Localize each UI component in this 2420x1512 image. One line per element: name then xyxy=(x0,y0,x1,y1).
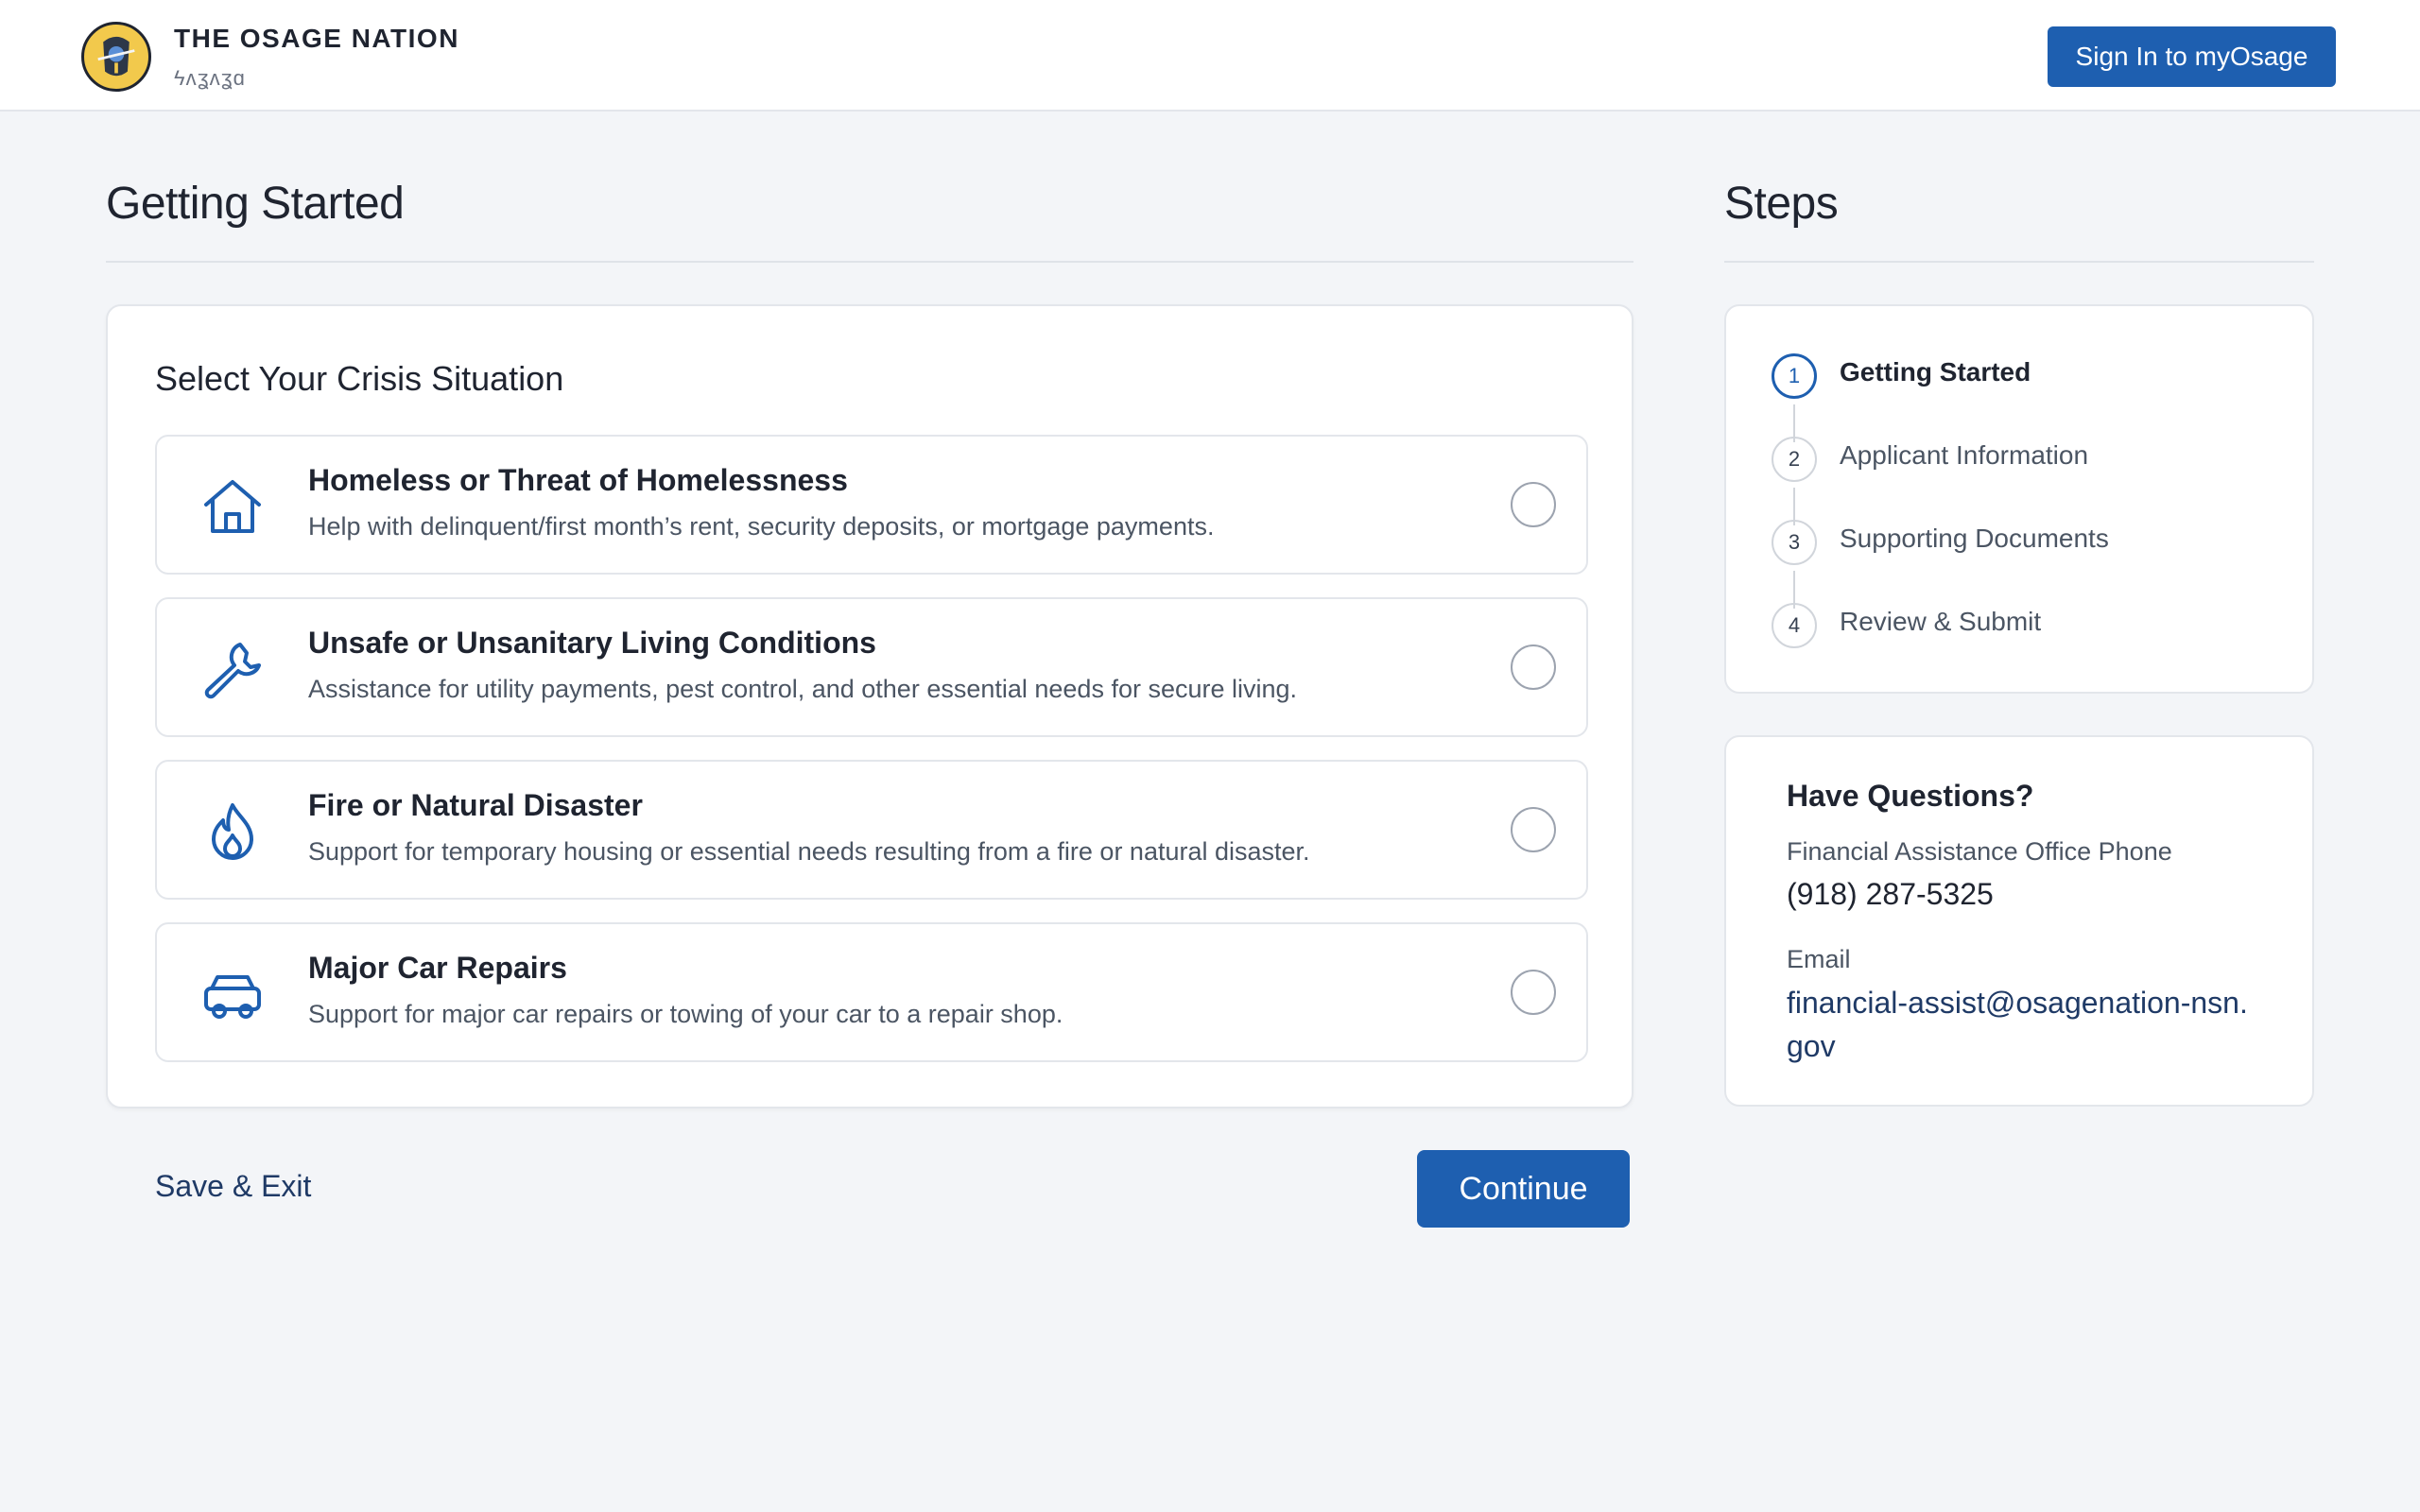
continue-button[interactable]: Continue xyxy=(1417,1150,1630,1228)
top-navbar: THE OSAGE NATION ϟʌʓʌʓɑ Sign In to myOsa… xyxy=(0,0,2420,112)
page-heading: Getting Started xyxy=(106,178,1634,263)
card-title: Select Your Crisis Situation xyxy=(155,359,564,398)
step-label: Supporting Documents xyxy=(1840,524,2109,553)
step-label: Review & Submit xyxy=(1840,607,2042,636)
option-unsafe-living[interactable]: Unsafe or Unsanitary Living Conditions A… xyxy=(155,597,1588,737)
brand-subtitle: ϟʌʓʌʓɑ xyxy=(174,66,246,90)
option-radio[interactable] xyxy=(1511,970,1556,1015)
steps-heading: Steps xyxy=(1724,178,2314,263)
option-radio[interactable] xyxy=(1511,807,1556,852)
step-number: 3 xyxy=(1772,520,1817,565)
step-number: 2 xyxy=(1772,437,1817,482)
option-radio[interactable] xyxy=(1511,644,1556,690)
page-title: Getting Started xyxy=(106,179,405,229)
step-number: 1 xyxy=(1772,353,1817,399)
car-icon xyxy=(199,960,267,1028)
option-description: Assistance for utility payments, pest co… xyxy=(308,675,1298,703)
step-label: Applicant Information xyxy=(1840,440,2089,470)
step-getting-started: 1 Getting Started xyxy=(1772,353,2282,399)
option-description: Support for temporary housing or essenti… xyxy=(308,837,1310,866)
house-icon xyxy=(199,472,267,541)
sign-in-button[interactable]: Sign In to myOsage xyxy=(2048,26,2336,87)
option-title: Major Car Repairs xyxy=(308,951,567,985)
option-homeless[interactable]: Homeless or Threat of Homelessness Help … xyxy=(155,435,1588,575)
option-title: Unsafe or Unsanitary Living Conditions xyxy=(308,626,876,660)
brand-title: THE OSAGE NATION xyxy=(174,24,459,53)
steps-card: 1 Getting Started 2 Applicant Informatio… xyxy=(1724,304,2314,694)
phone-label: Financial Assistance Office Phone xyxy=(1787,837,2172,866)
save-exit-link[interactable]: Save & Exit xyxy=(155,1169,311,1204)
option-fire-disaster[interactable]: Fire or Natural Disaster Support for tem… xyxy=(155,760,1588,900)
wrench-icon xyxy=(199,635,267,703)
questions-title: Have Questions? xyxy=(1787,779,2034,813)
step-supporting-documents: 3 Supporting Documents xyxy=(1772,520,2282,565)
questions-card: Have Questions? Financial Assistance Off… xyxy=(1724,735,2314,1107)
email-link[interactable]: financial-assist@osagenation-nsn.gov xyxy=(1787,981,2259,1068)
flame-icon xyxy=(199,798,267,866)
step-applicant-information: 2 Applicant Information xyxy=(1772,437,2282,482)
email-label: Email xyxy=(1787,945,1851,973)
steps-title: Steps xyxy=(1724,179,1839,229)
option-car-repairs[interactable]: Major Car Repairs Support for major car … xyxy=(155,922,1588,1062)
option-title: Fire or Natural Disaster xyxy=(308,788,643,822)
crisis-selection-card: Select Your Crisis Situation Homeless or… xyxy=(106,304,1634,1108)
osage-seal-icon[interactable] xyxy=(81,22,151,92)
phone-number[interactable]: (918) 287-5325 xyxy=(1787,877,1994,912)
option-title: Homeless or Threat of Homelessness xyxy=(308,463,848,497)
option-description: Support for major car repairs or towing … xyxy=(308,1000,1063,1028)
option-description: Help with delinquent/first month’s rent,… xyxy=(308,512,1215,541)
step-number: 4 xyxy=(1772,603,1817,648)
step-label: Getting Started xyxy=(1840,357,2031,387)
option-radio[interactable] xyxy=(1511,482,1556,527)
step-review-submit: 4 Review & Submit xyxy=(1772,603,2282,648)
